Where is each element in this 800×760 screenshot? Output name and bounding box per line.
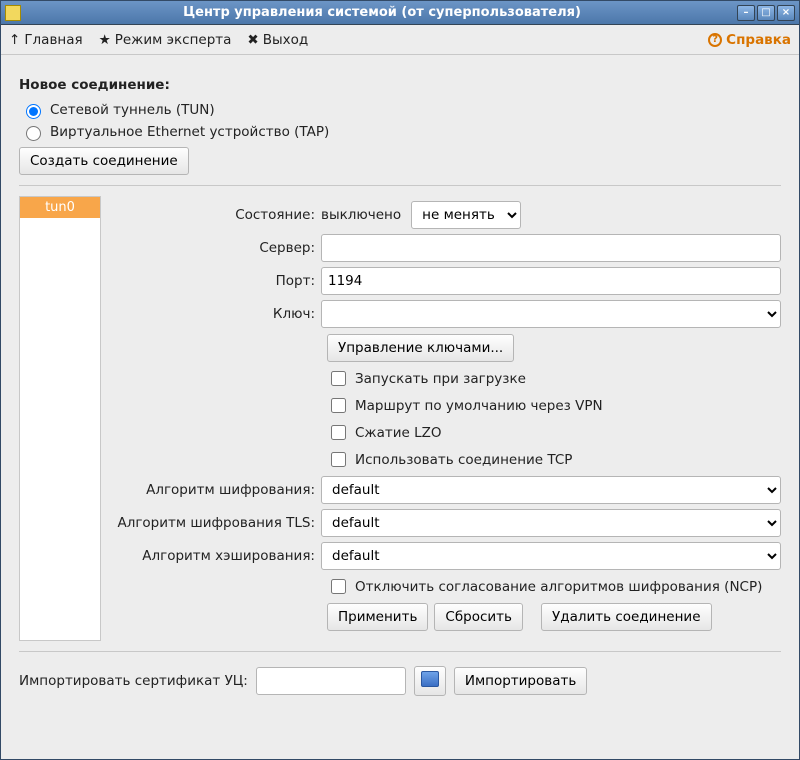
tcp-checkbox[interactable] (331, 452, 346, 467)
create-connection-button[interactable]: Создать соединение (19, 147, 189, 175)
cipher-label: Алгоритм шифрования: (111, 482, 321, 498)
app-icon (5, 5, 21, 21)
new-connection-header: Новое соединение: (19, 77, 781, 93)
port-label: Порт: (111, 273, 321, 289)
defroute-row[interactable]: Маршрут по умолчанию через VPN (327, 395, 781, 416)
nav-help[interactable]: ? Справка (708, 32, 791, 48)
tcp-row[interactable]: Использовать соединение TCP (327, 449, 781, 470)
form: Состояние: выключено не менять Сервер: (111, 196, 781, 641)
minimize-button[interactable]: – (737, 5, 755, 21)
defroute-checkbox[interactable] (331, 398, 346, 413)
server-label: Сервер: (111, 240, 321, 256)
server-input[interactable] (321, 234, 781, 262)
radio-tap-label: Виртуальное Ethernet устройство (TAP) (50, 124, 329, 140)
browse-button[interactable] (414, 666, 446, 696)
window-title: Центр управления системой (от суперпольз… (27, 5, 737, 20)
reset-button[interactable]: Сбросить (434, 603, 523, 631)
toolbar: ↑ Главная ★ Режим эксперта ✖ Выход ? Спр… (1, 25, 799, 55)
autostart-label: Запускать при загрузке (355, 371, 526, 387)
lzo-checkbox[interactable] (331, 425, 346, 440)
window: Центр управления системой (от суперпольз… (0, 0, 800, 760)
state-action-select[interactable]: не менять (411, 201, 521, 229)
apply-button[interactable]: Применить (327, 603, 428, 631)
digest-label: Алгоритм хэширования: (111, 548, 321, 564)
main-row: tun0 Состояние: выключено не менять Серв… (19, 196, 781, 641)
star-icon: ★ (99, 32, 111, 48)
lzo-label: Сжатие LZO (355, 425, 442, 441)
key-select[interactable] (321, 300, 781, 328)
nav-exit[interactable]: ✖ Выход (247, 32, 308, 48)
help-icon: ? (708, 33, 722, 47)
port-input[interactable] (321, 267, 781, 295)
ncp-checkbox[interactable] (331, 579, 346, 594)
lzo-row[interactable]: Сжатие LZO (327, 422, 781, 443)
delete-connection-button[interactable]: Удалить соединение (541, 603, 711, 631)
titlebar: Центр управления системой (от суперпольз… (1, 1, 799, 25)
state-label: Состояние: (111, 207, 321, 223)
key-label: Ключ: (111, 306, 321, 322)
maximize-button[interactable]: □ (757, 5, 775, 21)
state-value: выключено (321, 207, 401, 223)
import-button[interactable]: Импортировать (454, 667, 587, 695)
tlscipher-label: Алгоритм шифрования TLS: (111, 515, 321, 531)
tlscipher-select[interactable]: default (321, 509, 781, 537)
window-controls: – □ × (737, 5, 795, 21)
digest-select[interactable]: default (321, 542, 781, 570)
defroute-label: Маршрут по умолчанию через VPN (355, 398, 603, 414)
folder-icon (421, 671, 439, 687)
ncp-label: Отключить согласование алгоритмов шифров… (355, 579, 762, 595)
content: Новое соединение: Сетевой туннель (TUN) … (1, 55, 799, 759)
tcp-label: Использовать соединение TCP (355, 452, 572, 468)
radio-tun[interactable] (26, 104, 41, 119)
close-button[interactable]: × (777, 5, 795, 21)
nav-help-label: Справка (726, 32, 791, 48)
divider (19, 185, 781, 186)
autostart-row[interactable]: Запускать при загрузке (327, 368, 781, 389)
nav-expert-label: Режим эксперта (115, 32, 232, 48)
import-row: Импортировать сертификат УЦ: Импортирова… (19, 666, 781, 696)
list-item[interactable]: tun0 (20, 197, 100, 218)
import-ca-label: Импортировать сертификат УЦ: (19, 673, 248, 689)
cipher-select[interactable]: default (321, 476, 781, 504)
divider (19, 651, 781, 652)
nav-home-label: Главная (24, 32, 82, 48)
connection-list[interactable]: tun0 (19, 196, 101, 641)
manage-keys-button[interactable]: Управление ключами... (327, 334, 514, 362)
arrow-up-icon: ↑ (9, 32, 20, 48)
ncp-row[interactable]: Отключить согласование алгоритмов шифров… (327, 576, 781, 597)
radio-tap[interactable] (26, 126, 41, 141)
close-icon: ✖ (247, 32, 258, 48)
radio-tun-label: Сетевой туннель (TUN) (50, 102, 215, 118)
radio-tap-row[interactable]: Виртуальное Ethernet устройство (TAP) (21, 123, 781, 141)
nav-exit-label: Выход (263, 32, 309, 48)
autostart-checkbox[interactable] (331, 371, 346, 386)
import-path-input[interactable] (256, 667, 406, 695)
nav-home[interactable]: ↑ Главная (9, 32, 83, 48)
nav-expert[interactable]: ★ Режим эксперта (99, 32, 232, 48)
radio-tun-row[interactable]: Сетевой туннель (TUN) (21, 101, 781, 119)
